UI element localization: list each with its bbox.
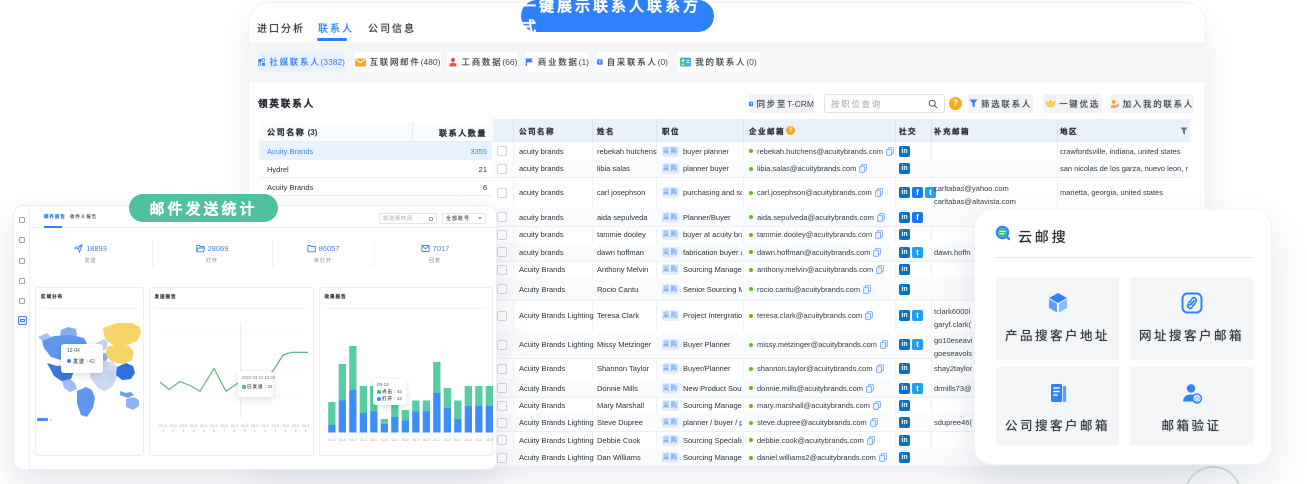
- svg-text:03-0: 03-0: [486, 438, 493, 442]
- svg-text:03-0: 03-0: [444, 438, 451, 442]
- svg-text:03-0: 03-0: [349, 438, 356, 442]
- svg-text:03-0: 03-0: [475, 438, 482, 442]
- svg-text:03-0: 03-0: [339, 438, 346, 442]
- svg-text:03-0: 03-0: [465, 438, 472, 442]
- svg-text:03-0: 03-0: [360, 438, 367, 442]
- svg-text:03-0: 03-0: [391, 438, 398, 442]
- svg-text:03-0: 03-0: [328, 438, 335, 442]
- svg-text:03-0: 03-0: [402, 438, 409, 442]
- svg-text:03-0: 03-0: [423, 438, 430, 442]
- svg-text:03-0: 03-0: [454, 438, 461, 442]
- svg-text:03-0: 03-0: [381, 438, 388, 442]
- svg-text:@: @: [1193, 396, 1200, 403]
- svg-text:03-0: 03-0: [433, 438, 440, 442]
- svg-text:03-0: 03-0: [412, 438, 419, 442]
- svg-text:03-0: 03-0: [370, 438, 377, 442]
